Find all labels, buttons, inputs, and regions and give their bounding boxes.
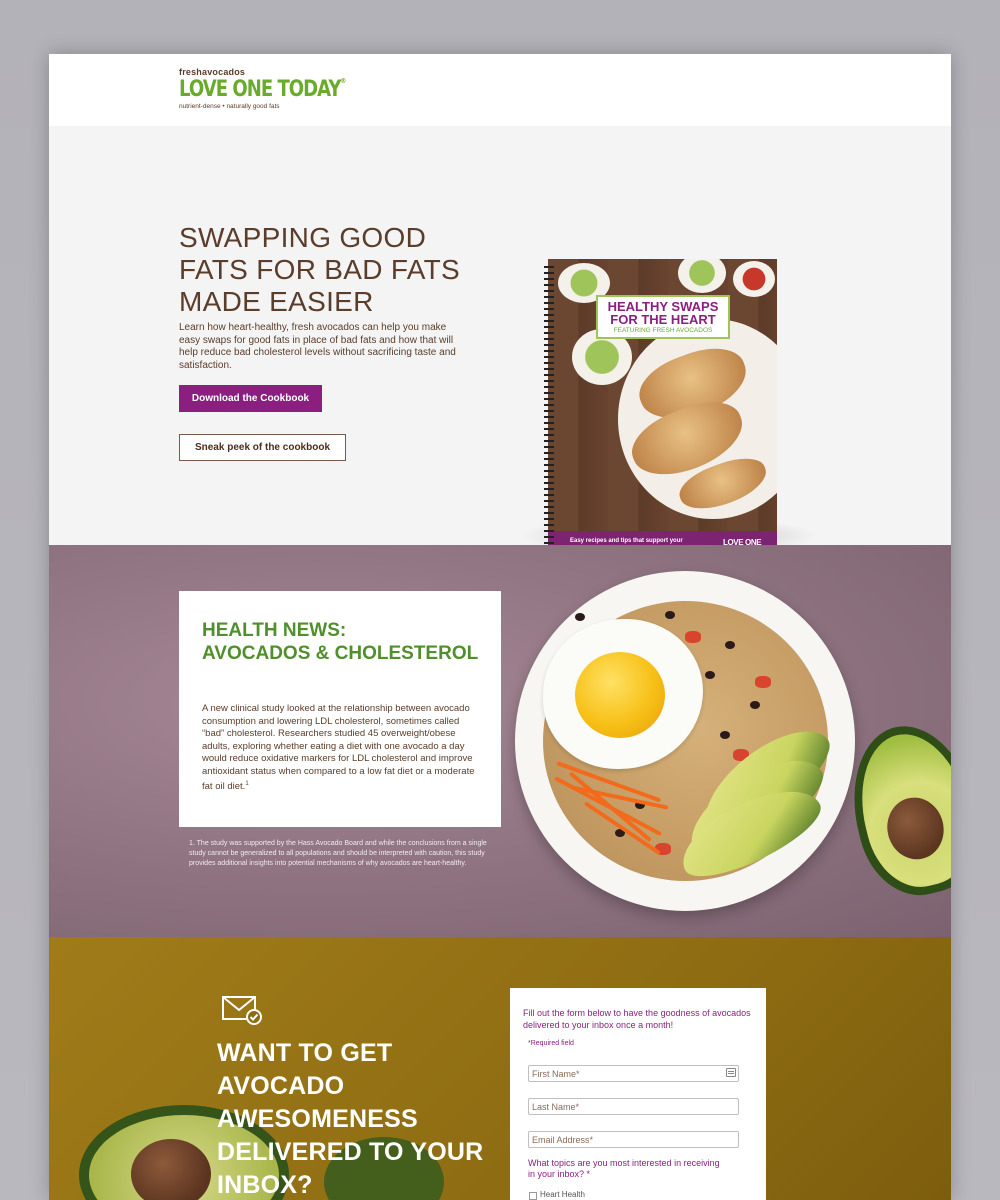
download-cookbook-button[interactable]: Download the Cookbook	[179, 385, 322, 412]
sneak-peek-button[interactable]: Sneak peek of the cookbook	[179, 434, 346, 461]
cookbook-title: HEALTHY SWAPS FOR THE HEART	[607, 299, 719, 327]
heart-health-label[interactable]: Heart Health	[540, 1190, 585, 1199]
health-news-body: A new clinical study looked at the relat…	[202, 703, 475, 793]
footnote-reference: 1	[245, 781, 249, 787]
health-news-footnote: 1. The study was supported by the Hass A…	[189, 840, 487, 867]
health-news-section: HEALTH NEWS: AVOCADOS & CHOLESTEROL A ne…	[49, 545, 951, 937]
cookbook-title-box: HEALTHY SWAPS FOR THE HEART FEATURING FR…	[596, 295, 730, 339]
contact-card-icon[interactable]	[726, 1068, 736, 1077]
newsletter-form: Fill out the form below to have the good…	[510, 988, 766, 1200]
hero-description: Learn how heart-healthy, fresh avocados …	[179, 322, 456, 371]
first-name-field[interactable]	[528, 1065, 739, 1082]
landing-page: freshavocados LOVE ONE TODAY® nutrient-d…	[49, 54, 951, 1200]
egg-bowl-image	[515, 571, 855, 911]
required-field-note: *Required field	[528, 1040, 574, 1047]
form-intro-text: Fill out the form below to have the good…	[523, 1008, 751, 1030]
cookbook-cover-image: HEALTHY SWAPS FOR THE HEART FEATURING FR…	[548, 259, 777, 561]
newsletter-section: WANT TO GET AVOCADO AWESOMENESS DELIVERE…	[49, 937, 951, 1200]
health-news-title-bold: HEALTH NEWS:	[202, 620, 347, 641]
health-news-title: HEALTH NEWS: AVOCADOS & CHOLESTEROL	[202, 619, 478, 665]
health-news-title-light: AVOCADOS & CHOLESTEROL	[202, 643, 479, 664]
email-field[interactable]	[528, 1131, 739, 1148]
site-header: freshavocados LOVE ONE TODAY® nutrient-d…	[49, 54, 951, 126]
brand-logo[interactable]: freshavocados LOVE ONE TODAY® nutrient-d…	[179, 67, 346, 115]
cookbook-subtitle: FEATURING FRESH AVOCADOS	[613, 327, 713, 334]
topics-question: What topics are you most interested in r…	[528, 1158, 720, 1179]
newsletter-title: WANT TO GET AVOCADO AWESOMENESS DELIVERE…	[217, 1039, 484, 1199]
book-spiral-binding	[544, 266, 554, 558]
logo-tagline: nutrient-dense • naturally good fats	[179, 103, 280, 110]
hero-section: SWAPPING GOOD FATS FOR BAD FATS MADE EAS…	[49, 126, 951, 561]
last-name-field[interactable]	[528, 1098, 739, 1115]
hero-title: SWAPPING GOOD FATS FOR BAD FATS MADE EAS…	[179, 222, 460, 317]
health-news-card: HEALTH NEWS: AVOCADOS & CHOLESTEROL A ne…	[179, 591, 501, 827]
mail-check-icon	[222, 996, 262, 1025]
heart-health-checkbox[interactable]	[529, 1192, 537, 1200]
logo-wordmark: LOVE ONE TODAY®	[179, 77, 346, 102]
logo-fresh-avocados: freshavocados	[179, 67, 246, 77]
